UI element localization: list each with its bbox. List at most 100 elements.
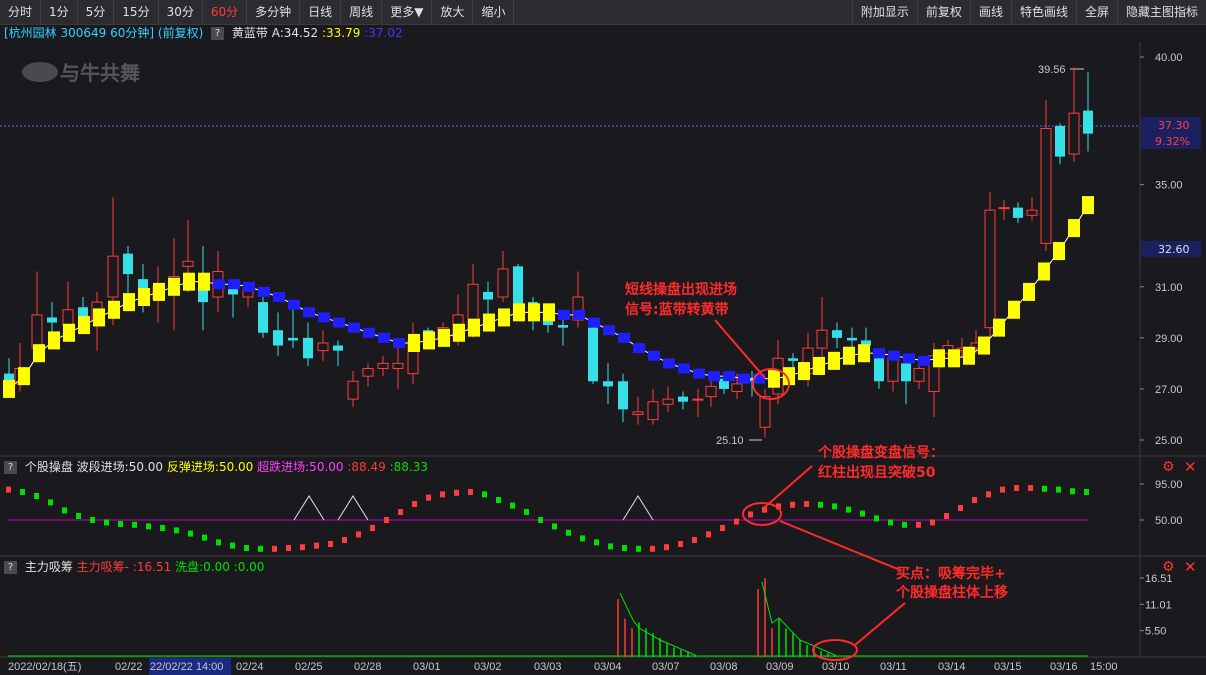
oscillator-red-bar: [930, 519, 935, 526]
yellow-band-block: [408, 333, 420, 352]
date-label: 22/02/22 14:00: [150, 661, 223, 673]
date-label: 02/22: [115, 661, 143, 673]
yellow-band-block: [108, 300, 120, 319]
price-tick-label: 35.00: [1155, 180, 1183, 192]
chart-canvas[interactable]: 与牛共舞 40.00 35.00 31.00 29.00 27.00 25.00 37.30 9…: [0, 0, 1206, 675]
yellow-band-block: [798, 362, 810, 381]
signal-triangle-icon: [337, 495, 369, 521]
candle-body-up: [647, 401, 659, 421]
candle-body-down: [483, 291, 493, 300]
yellow-band-block: [438, 328, 450, 347]
oscillator-red-bar: [944, 513, 949, 519]
oscillator-red-bar: [804, 501, 809, 507]
blue-band-block: [648, 350, 660, 361]
candle-body-up: [182, 260, 194, 267]
oscillator-green-bar: [160, 525, 165, 531]
yellow-band-block: [828, 351, 840, 370]
yellow-band-block: [78, 316, 90, 335]
oscillator-red-bar: [748, 511, 753, 518]
annotation-text: 买点：吸筹完毕+: [896, 565, 1006, 582]
date-label: 03/09: [766, 661, 794, 673]
yellow-band-block: [468, 318, 480, 337]
date-label: 03/15: [994, 661, 1022, 673]
yellow-band-block: [1053, 242, 1065, 261]
oscillator-green-bar: [902, 521, 907, 528]
yellow-band-block: [513, 303, 525, 322]
oscillator-red-bar: [6, 486, 11, 493]
current-price-label: 37.30: [1158, 119, 1190, 132]
yellow-band-block: [93, 308, 105, 327]
oscillator-red-bar: [958, 505, 963, 511]
pane3-tick-label: 16.51: [1145, 573, 1173, 585]
blue-band-block: [333, 317, 345, 328]
candle-body-down: [123, 253, 133, 275]
bull-logo-icon: [22, 62, 58, 82]
yellow-band-block: [18, 367, 30, 386]
oscillator-green-bar: [636, 545, 641, 552]
yellow-band-block: [528, 303, 540, 322]
candle-body-down: [1013, 207, 1023, 218]
yellow-band-block: [1023, 282, 1035, 301]
blue-band-block: [723, 371, 735, 382]
oscillator-red-bar: [1000, 486, 1005, 493]
candle-body-down: [333, 345, 343, 351]
yellow-band-block: [1068, 219, 1080, 238]
yellow-band-block: [978, 336, 990, 355]
oscillator-red-bar: [356, 531, 361, 538]
candle-body-up: [317, 342, 329, 352]
yellow-band-block: [963, 346, 975, 365]
candle-body-down: [258, 302, 268, 333]
price-tick-label: 25.00: [1155, 435, 1183, 447]
yellow-band-block: [3, 379, 15, 398]
candle-body-up: [392, 362, 404, 370]
candle-body-up: [816, 329, 828, 349]
date-label: 02/28: [354, 661, 382, 673]
candle-body-up: [759, 396, 771, 428]
blue-band-block: [903, 353, 915, 364]
oscillator-green-bar: [76, 513, 81, 519]
candle-body-up: [692, 398, 704, 401]
high-label: 39.56: [1038, 64, 1066, 76]
oscillator-red-bar: [1028, 485, 1033, 491]
candle-body-up: [887, 357, 899, 382]
band-price-label: 32.60: [1158, 243, 1190, 256]
date-label: 03/03: [534, 661, 562, 673]
yellow-band-block: [858, 344, 870, 363]
oscillator-green-bar: [48, 499, 53, 506]
blue-band-block: [693, 368, 705, 379]
oscillator-green-bar: [1042, 485, 1047, 492]
oscillator-green-bar: [1084, 489, 1089, 495]
yellow-band-block: [543, 303, 555, 322]
candle-body-up: [913, 368, 925, 382]
oscillator-red-bar: [426, 494, 431, 501]
blue-band-block: [363, 327, 375, 338]
yellow-band-block: [168, 277, 180, 296]
candle-body-down: [47, 317, 57, 323]
annotation-text: 红柱出现且突破50: [818, 464, 936, 481]
oscillator-red-bar: [986, 491, 991, 498]
oscillator-red-bar: [384, 517, 389, 523]
yellow-band-block: [198, 272, 210, 291]
date-label: 03/04: [594, 661, 622, 673]
oscillator-green-bar: [510, 502, 515, 509]
annotation-arrow: [764, 465, 813, 508]
oscillator-green-bar: [188, 530, 193, 537]
date-label: 03/07: [652, 661, 680, 673]
oscillator-red-bar: [678, 541, 683, 547]
oscillator-red-bar: [664, 544, 669, 551]
oscillator-green-bar: [566, 529, 571, 536]
yellow-band-block: [138, 288, 150, 307]
oscillator-green-bar: [538, 517, 543, 523]
yellow-band-block: [123, 293, 135, 312]
oscillator-red-bar: [412, 501, 417, 507]
blue-band-block: [663, 358, 675, 369]
oscillator-green-bar: [846, 506, 851, 513]
yellow-band-block: [813, 356, 825, 375]
blue-band-block: [678, 363, 690, 374]
candle-body-down: [847, 337, 857, 341]
oscillator-green-bar: [580, 535, 585, 542]
date-label: 03/10: [822, 661, 850, 673]
oscillator-green-bar: [608, 543, 613, 550]
date-label: 02/25: [295, 661, 323, 673]
pane2-tick-label: 95.00: [1155, 479, 1183, 491]
